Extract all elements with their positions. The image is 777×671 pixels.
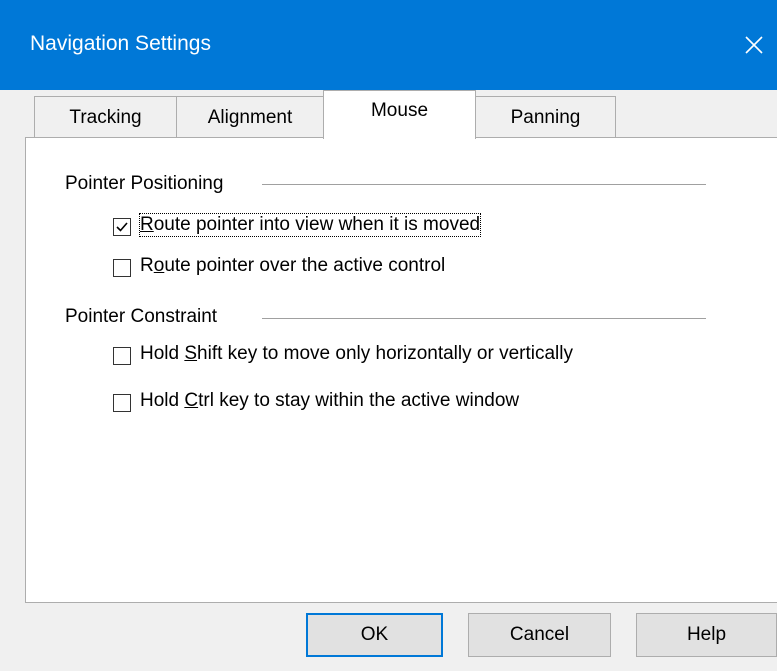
cancel-button-label: Cancel — [509, 624, 570, 645]
pointer-constraint-label: Pointer Constraint — [65, 306, 218, 328]
pointer-positioning-label: Pointer Positioning — [65, 173, 224, 195]
mouse-settings-panel: Pointer Positioning Route pointer into v… — [25, 137, 777, 603]
group-divider — [262, 184, 706, 185]
close-button[interactable] — [731, 0, 777, 90]
tab-mouse-label: Mouse — [370, 100, 429, 121]
hold-ctrl-checkbox[interactable] — [113, 394, 131, 412]
hold-ctrl-label[interactable]: Hold Ctrl key to stay within the active … — [140, 390, 519, 412]
ok-button[interactable]: OK — [306, 613, 443, 657]
route-into-view-label[interactable]: Route pointer into view when it is moved — [138, 213, 482, 237]
tab-tracking[interactable]: Tracking — [34, 96, 177, 138]
window-title: Navigation Settings — [30, 32, 211, 55]
ok-button-label: OK — [360, 624, 389, 645]
tab-alignment[interactable]: Alignment — [176, 96, 324, 138]
hold-shift-checkbox[interactable] — [113, 347, 131, 365]
title-bar: Navigation Settings — [0, 0, 777, 90]
tab-alignment-label: Alignment — [207, 106, 293, 128]
hold-shift-label[interactable]: Hold Shift key to move only horizontally… — [140, 343, 573, 365]
route-over-control-label[interactable]: Route pointer over the active control — [140, 255, 445, 277]
close-icon — [745, 36, 763, 54]
route-over-control-checkbox[interactable] — [113, 259, 131, 277]
tab-panning[interactable]: Panning — [475, 96, 616, 138]
tab-mouse[interactable]: Mouse — [323, 90, 476, 139]
help-button-label: Help — [686, 624, 727, 645]
tab-tracking-label: Tracking — [69, 106, 142, 128]
help-button[interactable]: Help — [636, 613, 777, 657]
cancel-button[interactable]: Cancel — [468, 613, 611, 657]
tab-panning-label: Panning — [510, 106, 581, 128]
group-divider — [262, 318, 706, 319]
route-into-view-checkbox[interactable] — [113, 218, 131, 236]
